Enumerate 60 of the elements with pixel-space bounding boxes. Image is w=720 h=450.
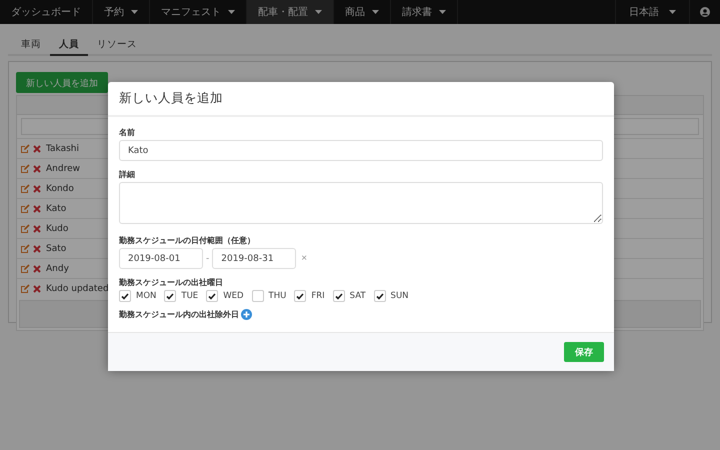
nav-menu-item[interactable]: 商品 [334, 0, 391, 24]
checkbox[interactable] [374, 290, 386, 302]
person-name: Kondo [46, 184, 74, 194]
range-separator: - [206, 254, 210, 264]
checkbox[interactable] [164, 290, 176, 302]
day-label: SUN [390, 291, 409, 301]
delete-icon[interactable] [33, 164, 41, 172]
name-field[interactable]: Kato [119, 140, 603, 161]
edit-icon[interactable] [20, 164, 30, 174]
day-label: MON [136, 291, 156, 301]
delete-icon[interactable] [33, 284, 41, 292]
nav-menu-item[interactable]: 請求書 [391, 0, 458, 24]
checkbox[interactable] [294, 290, 306, 302]
edit-icon[interactable] [20, 284, 30, 294]
tab[interactable]: 車両 [12, 34, 50, 56]
person-name: Kudo updated [46, 284, 109, 294]
checkbox[interactable] [119, 290, 131, 302]
day-label: THU [268, 291, 286, 301]
delete-icon[interactable] [33, 224, 41, 232]
edit-icon[interactable] [20, 244, 30, 254]
delete-icon[interactable] [33, 144, 41, 152]
day-label: TUE [181, 291, 198, 301]
nav-menu-item[interactable]: 予約 [93, 0, 150, 24]
day-label: FRI [311, 291, 325, 301]
person-name: Kato [46, 204, 66, 214]
checkbox[interactable] [332, 290, 345, 302]
field-label: 勤務スケジュールの出社曜日 [119, 277, 224, 288]
person-name: Kudo [46, 224, 68, 234]
field-label: 勤務スケジュールの日付範囲（任意） [119, 235, 256, 246]
field-label: 勤務スケジュール内の出社除外日 [119, 309, 239, 320]
field-label: 詳細 [119, 169, 136, 180]
nav-menu-item[interactable]: 配車・配置 [247, 0, 334, 24]
details-field[interactable] [119, 182, 603, 224]
edit-icon[interactable] [20, 184, 30, 194]
person-name: Andrew [46, 164, 80, 174]
person-name: Takashi [46, 144, 79, 154]
edit-icon[interactable] [20, 144, 30, 154]
dialog-title: 新しい人員を追加 [119, 90, 223, 107]
delete-icon[interactable] [33, 264, 41, 272]
delete-icon[interactable] [33, 244, 41, 252]
delete-icon[interactable] [33, 184, 41, 192]
field-label: 名前 [119, 127, 136, 138]
tab[interactable]: リソース [88, 34, 146, 56]
person-name: Sato [46, 244, 66, 254]
clear-button[interactable]: × [299, 253, 310, 264]
person-name: Andy [46, 264, 69, 274]
delete-icon[interactable] [33, 204, 41, 212]
checkbox[interactable] [252, 290, 264, 302]
day-label: WED [223, 291, 244, 301]
nav-menu-item[interactable]: ダッシュボード [0, 0, 93, 24]
add-icon[interactable] [241, 309, 252, 320]
checkbox[interactable] [206, 290, 218, 302]
day-label: SAT [350, 291, 366, 301]
tab[interactable]: 人員 [50, 34, 88, 56]
end-date-field[interactable]: 2019-08-31 [212, 248, 296, 269]
start-date-field[interactable]: 2019-08-01 [119, 248, 203, 269]
edit-icon[interactable] [20, 264, 30, 274]
edit-icon[interactable] [20, 224, 30, 234]
edit-icon[interactable] [20, 204, 30, 214]
language-menu[interactable]: 日本語 [615, 0, 690, 24]
